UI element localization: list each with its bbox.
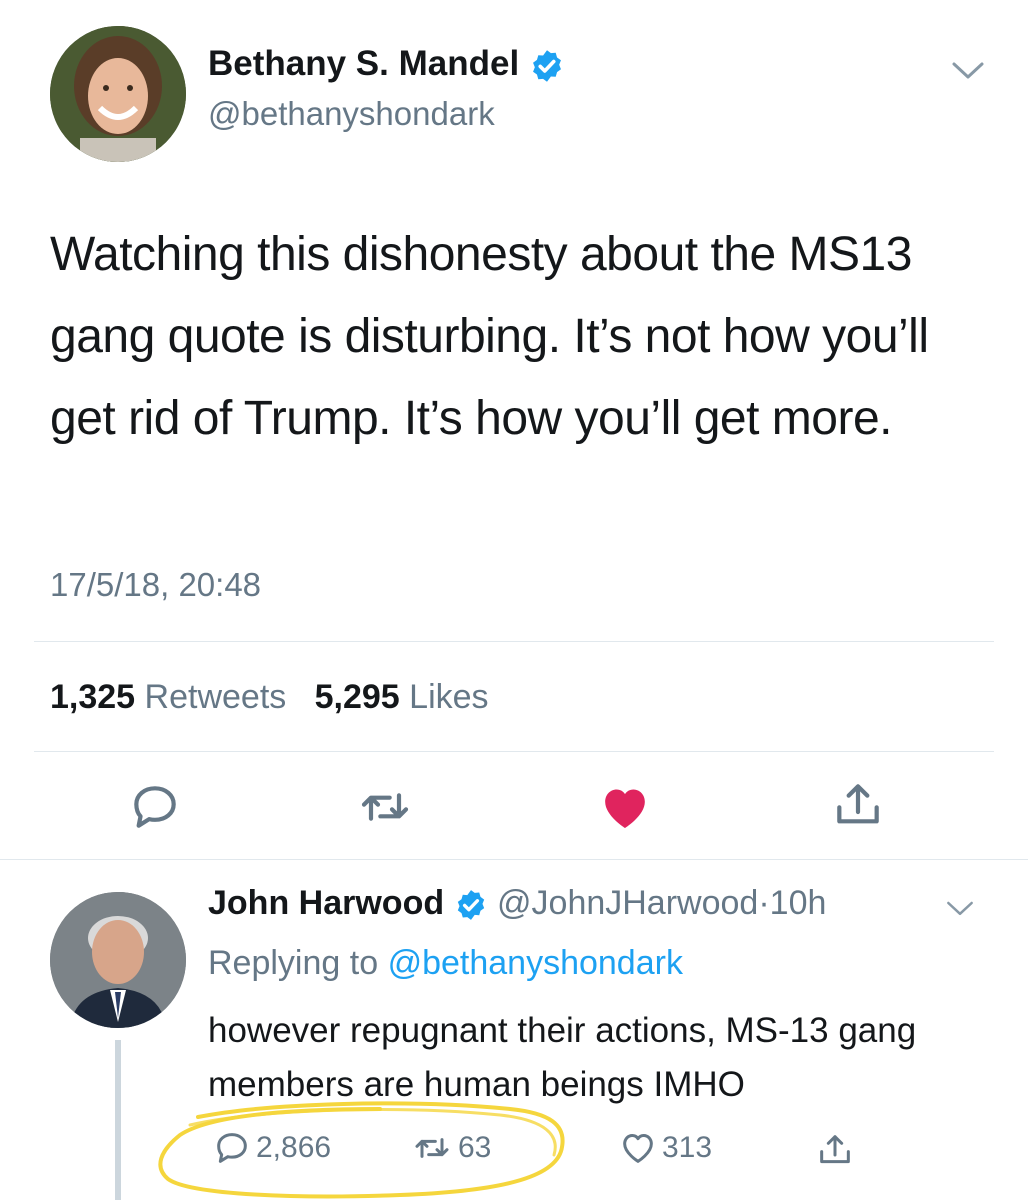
share-icon[interactable] [815,1130,855,1170]
engagement-stats: 1,325 Retweets 5,295 Likes [50,678,489,717]
retweets-stat[interactable]: 1,325 Retweets [50,678,286,716]
divider [0,859,1028,860]
chevron-down-icon[interactable] [950,58,986,82]
retweet-count: 1,325 [50,678,136,716]
heart-outline-icon [623,1134,653,1163]
author-name[interactable]: Bethany S. Mandel [208,44,519,83]
author-handle[interactable]: @bethanyshondark [208,95,495,133]
divider [34,641,994,642]
retweet-label: Retweets [144,678,287,716]
separator-dot: · [758,884,770,922]
reply-author-avatar[interactable] [50,892,186,1028]
chevron-down-icon[interactable] [945,898,975,918]
retweet-icon [415,1138,449,1158]
thread-line [115,1040,121,1200]
reply-count: 2,866 [256,1131,332,1164]
like-count: 5,295 [314,678,400,716]
divider [34,751,994,752]
replying-to: Replying to @bethanyshondark [208,944,683,983]
reply-reply-action[interactable]: 2,866 [212,1128,331,1168]
tweet-timestamp[interactable]: 17/5/18, 20:48 [50,566,261,604]
likes-stat[interactable]: 5,295 Likes [315,678,489,716]
verified-badge-icon [457,890,484,920]
retweet-count: 63 [458,1131,492,1164]
reply-author-handle[interactable]: @JohnJHarwood [497,884,758,922]
like-count: 313 [662,1131,713,1164]
author-name-row[interactable]: Bethany S. Mandel [208,44,565,84]
replying-mention[interactable]: @bethanyshondark [388,944,683,982]
reply-time[interactable]: 10h [770,884,827,922]
avatar-photo [50,892,186,1028]
tweet-text: Watching this dishonesty about the MS13 … [50,228,929,445]
retweet-icon[interactable] [357,779,413,835]
reply-author-name[interactable]: John Harwood [208,884,444,922]
reply-like-action[interactable]: 313 [618,1128,712,1168]
reply-icon[interactable] [127,779,183,835]
heart-filled-icon[interactable] [597,779,653,835]
reply-header: John Harwood @JohnJHarwood·10h [208,884,826,923]
reply-retweet-action[interactable]: 63 [410,1128,491,1168]
author-avatar[interactable] [50,26,186,162]
replying-prefix: Replying to [208,944,379,982]
avatar-photo [50,26,186,162]
reply-text: however repugnant their actions, MS-13 g… [208,1011,917,1104]
share-icon[interactable] [830,777,886,833]
verified-badge-icon [532,50,561,82]
reply-icon [217,1133,247,1163]
like-label: Likes [409,678,489,716]
